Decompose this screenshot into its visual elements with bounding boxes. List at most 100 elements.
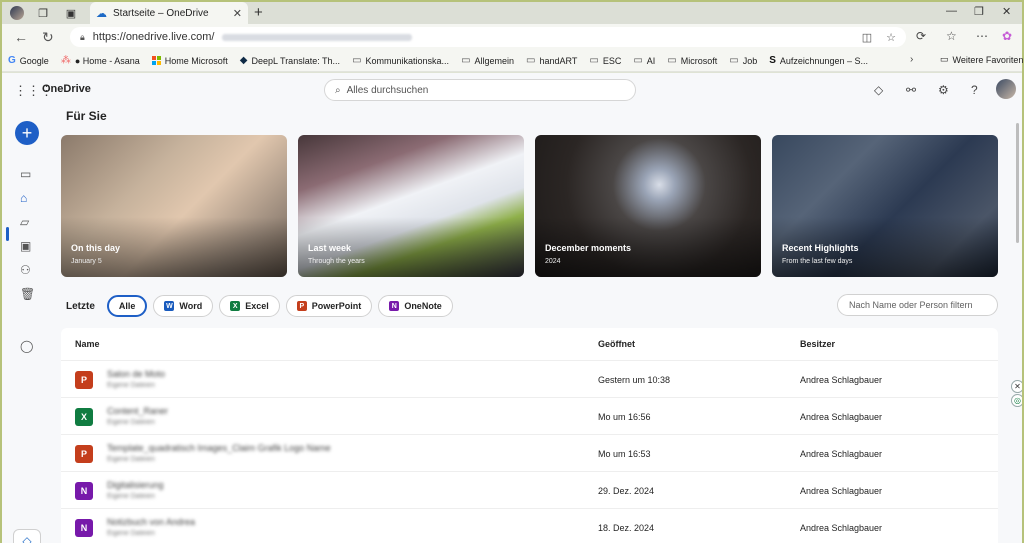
my-files-folder-icon[interactable]: ▱ [20,215,29,229]
premium-button[interactable]: ◇ [13,529,41,543]
close-tab-icon[interactable]: ✕ [233,7,242,20]
recycle-bin-icon[interactable]: 🗑︎ [20,287,35,301]
file-name[interactable]: Salon de Moto [107,369,165,379]
bookmark-google[interactable]: G Google [8,55,49,66]
person-icon[interactable]: ◯ [20,339,33,353]
filter-word-pill[interactable]: W Word [153,295,214,317]
bookmark-job[interactable]: ▭ Job [729,55,757,66]
table-row[interactable]: N Digitalisierung Eigene Dateien 29. Dez… [61,471,998,508]
excel-file-icon: X [75,408,93,426]
bookmark-kommunikation[interactable]: ▭ Kommunikationska... [352,55,449,66]
user-avatar[interactable] [996,79,1016,99]
google-icon: G [8,55,16,66]
url-blurred [222,33,413,41]
search-placeholder: Alles durchsuchen [346,84,429,96]
restore-icon[interactable]: ❐ [974,5,984,18]
url-field[interactable]: 🔒︎ https://onedrive.live.com/ ◫ ☆ [70,27,906,47]
shared-people-icon[interactable]: ⚇ [20,263,31,277]
card-title: Last week [308,243,352,253]
copilot-icon[interactable]: ✿ [1002,29,1012,43]
tab-onedrive[interactable]: ☁ Startseite – OneDrive ✕ [90,2,248,24]
column-header-name[interactable]: Name [75,339,100,349]
active-indicator [6,227,9,241]
bookmark-esc[interactable]: ▭ ESC [589,55,621,66]
workspaces-icon[interactable]: ❐ [32,4,54,22]
tab-title: Startseite – OneDrive [113,7,209,19]
scrollbar-thumb[interactable] [1016,123,1019,243]
recent-files-table: Name Geöffnet Besitzer P Salon de Moto E… [61,328,998,543]
app-brand[interactable]: OneDrive [42,83,91,95]
table-row[interactable]: P Template_quadratisch Images_Claim Graf… [61,434,998,471]
bookmark-ai[interactable]: ▭ AI [633,55,655,66]
more-menu-icon[interactable]: ⋯ [976,29,988,43]
file-owner: Andrea Schlagbauer [800,523,883,533]
bookmark-handart[interactable]: ▭ handART [526,55,577,66]
memory-card[interactable]: Last week Through the years [298,135,524,277]
table-row[interactable]: P Salon de Moto Eigene Dateien Gestern u… [61,360,998,397]
file-owner: Andrea Schlagbauer [800,412,883,422]
back-icon[interactable]: ← [14,29,28,45]
column-header-owner[interactable]: Besitzer [800,339,835,349]
filter-excel-pill[interactable]: X Excel [219,295,280,317]
premium-diamond-icon[interactable]: ◇ [874,83,883,97]
excel-icon: X [230,301,241,311]
favorite-star-icon[interactable]: ☆ [886,31,896,44]
home-icon[interactable]: ⌂ [20,191,27,205]
bookmark-aufzeichnungen[interactable]: S Aufzeichnungen – S... [769,55,868,66]
file-location: Eigene Dateien [107,419,155,426]
file-location: Eigene Dateien [107,493,155,500]
browser-window: ❐ ▣ ☁ Startseite – OneDrive ✕ + — ❐ ✕ ← … [0,0,1024,543]
table-header: Name Geöffnet Besitzer [61,328,998,360]
share-network-icon[interactable]: ⚯ [906,83,916,97]
bookmark-weitere-favoriten[interactable]: ▭ Weitere Favoriten [940,54,1023,65]
file-opened: Mo um 16:53 [598,449,651,459]
sidebar-extension-icon[interactable]: ◎ [1011,394,1022,407]
asana-icon: ⁂ [60,55,71,66]
settings-gear-icon[interactable]: ⚙ [938,83,949,97]
lock-icon: 🔒︎ [80,31,85,42]
profile-avatar[interactable] [6,4,28,22]
file-name[interactable]: Template_quadratisch Images_Claim Grafik… [107,443,331,453]
bookmark-microsoft[interactable]: ▭ Microsoft [667,55,717,66]
folder-icon: ▭ [633,55,643,66]
filter-by-name-input[interactable]: Nach Name oder Person filtern [837,294,998,316]
bookmark-deepl[interactable]: ◆ DeepL Translate: Th... [240,55,340,66]
file-name[interactable]: Notizbuch von Andrea [107,517,195,527]
memory-card[interactable]: On this day January 5 [61,135,287,277]
memory-card[interactable]: Recent Highlights From the last few days [772,135,998,277]
bookmark-home-microsoft[interactable]: Home Microsoft [151,56,228,66]
file-name[interactable]: Digitalisierung [107,480,164,490]
file-name[interactable]: Content_Raner [107,406,168,416]
card-subtitle: From the last few days [782,258,853,265]
new-tab-button[interactable]: + [254,4,263,21]
search-box[interactable]: ⌕ Alles durchsuchen [324,79,636,101]
table-row[interactable]: N Notizbuch von Andrea Eigene Dateien 18… [61,508,998,543]
card-subtitle: January 5 [71,258,102,265]
left-navigation-rail: + ▭ ⌂ ▱ ▣ ⚇ 🗑︎ ◯ ◇ [2,107,52,543]
tab-bar: ❐ ▣ ☁ Startseite – OneDrive ✕ + — ❐ ✕ [2,2,1022,24]
table-row[interactable]: X Content_Raner Eigene Dateien Mo um 16:… [61,397,998,434]
bookmark-asana[interactable]: ⁂ ● Home - Asana [61,55,140,66]
help-icon[interactable]: ? [971,83,978,97]
onedrive-cloud-icon: ☁ [96,7,107,20]
extensions-icon[interactable]: ⟳ [916,29,926,43]
filter-onenote-pill[interactable]: N OneNote [378,295,453,317]
s-logo-icon: S [769,55,776,66]
tab-actions-icon[interactable]: ▣ [60,4,82,22]
memory-card[interactable]: December moments 2024 [535,135,761,277]
create-new-button[interactable]: + [15,121,39,145]
filter-powerpoint-pill[interactable]: P PowerPoint [285,295,373,317]
photos-icon[interactable]: ▣ [20,239,31,253]
filter-all-pill[interactable]: Alle [106,295,148,317]
bookmark-allgemein[interactable]: ▭ Allgemein [461,55,514,66]
close-window-icon[interactable]: ✕ [1002,5,1011,18]
minimize-icon[interactable]: — [946,5,957,17]
sidebar-close-icon[interactable]: ✕ [1011,380,1022,393]
file-opened: Gestern um 10:38 [598,375,671,385]
column-header-opened[interactable]: Geöffnet [598,339,635,349]
refresh-icon[interactable]: ↻ [42,29,54,46]
favorites-icon[interactable]: ☆ [946,29,957,43]
bookmarks-overflow-chevron-icon[interactable]: › [910,54,913,65]
photos-view-icon[interactable]: ▭ [20,167,31,181]
split-screen-icon[interactable]: ◫ [862,31,872,44]
